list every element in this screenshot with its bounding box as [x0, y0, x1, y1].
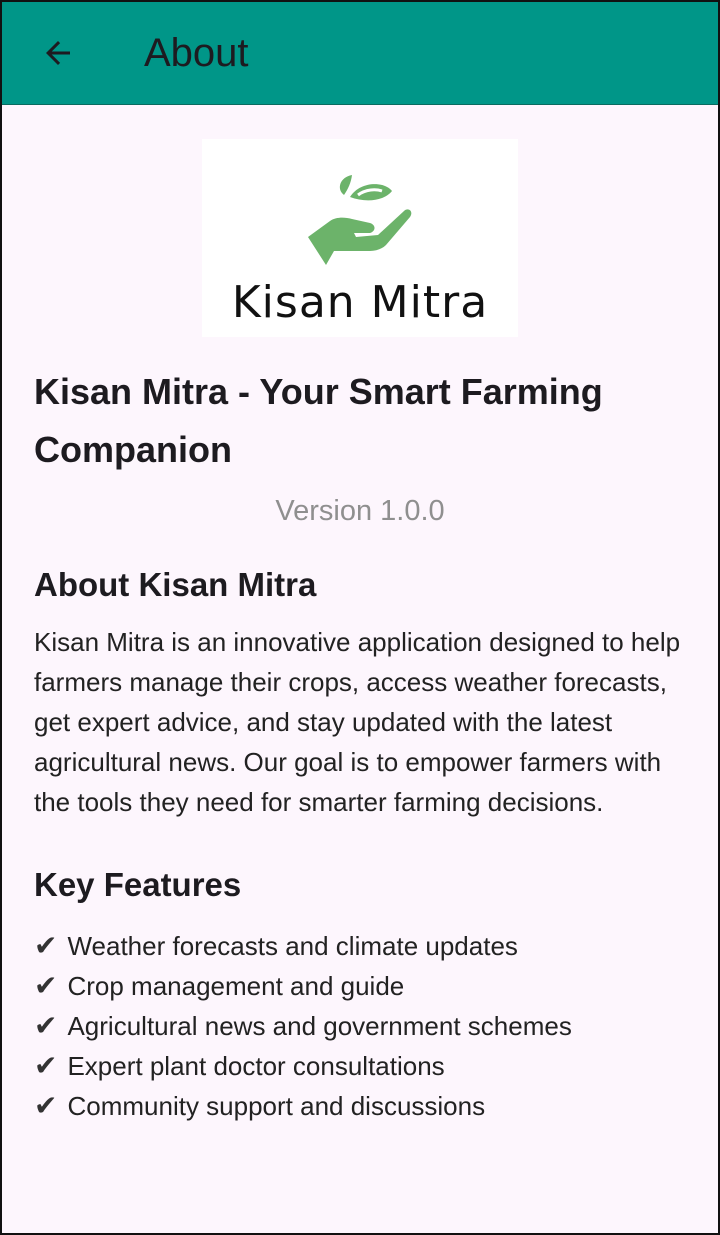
check-icon: ✔	[34, 970, 58, 1001]
feature-label: Weather forecasts and climate updates	[67, 931, 518, 961]
feature-item: ✔ Community support and discussions	[34, 1086, 686, 1126]
feature-item: ✔ Expert plant doctor consultations	[34, 1046, 686, 1086]
feature-label: Community support and discussions	[67, 1091, 486, 1121]
page-title: About	[144, 30, 249, 75]
check-icon: ✔	[34, 930, 58, 961]
back-button[interactable]	[26, 21, 90, 85]
screen: About Kisan Mitra Kisan Mitra - Your Sma…	[0, 0, 720, 1235]
app-title-heading: Kisan Mitra - Your Smart Farming Compani…	[34, 371, 603, 470]
check-icon: ✔	[34, 1010, 58, 1041]
feature-item: ✔ Agricultural news and government schem…	[34, 1006, 686, 1046]
logo-wordmark: Kisan Mitra	[231, 277, 489, 328]
about-content: Kisan Mitra Kisan Mitra - Your Smart Far…	[2, 139, 718, 1126]
feature-list: ✔ Weather forecasts and climate updates …	[34, 926, 686, 1126]
feature-label: Crop management and guide	[67, 971, 405, 1001]
feature-item: ✔ Crop management and guide	[34, 966, 686, 1006]
hand-sprout-icon	[308, 175, 412, 265]
app-bar: About	[2, 2, 718, 105]
check-icon: ✔	[34, 1090, 58, 1121]
arrow-left-icon	[46, 41, 70, 65]
about-description: Kisan Mitra is an innovative application…	[34, 627, 681, 817]
feature-label: Expert plant doctor consultations	[67, 1051, 445, 1081]
version-label: Version 1.0.0	[275, 495, 445, 527]
app-logo: Kisan Mitra	[202, 139, 518, 337]
check-icon: ✔	[34, 1050, 58, 1081]
about-heading: About Kisan Mitra	[34, 566, 317, 603]
feature-item: ✔ Weather forecasts and climate updates	[34, 926, 686, 966]
feature-label: Agricultural news and government schemes	[67, 1011, 572, 1041]
features-heading: Key Features	[34, 866, 242, 903]
